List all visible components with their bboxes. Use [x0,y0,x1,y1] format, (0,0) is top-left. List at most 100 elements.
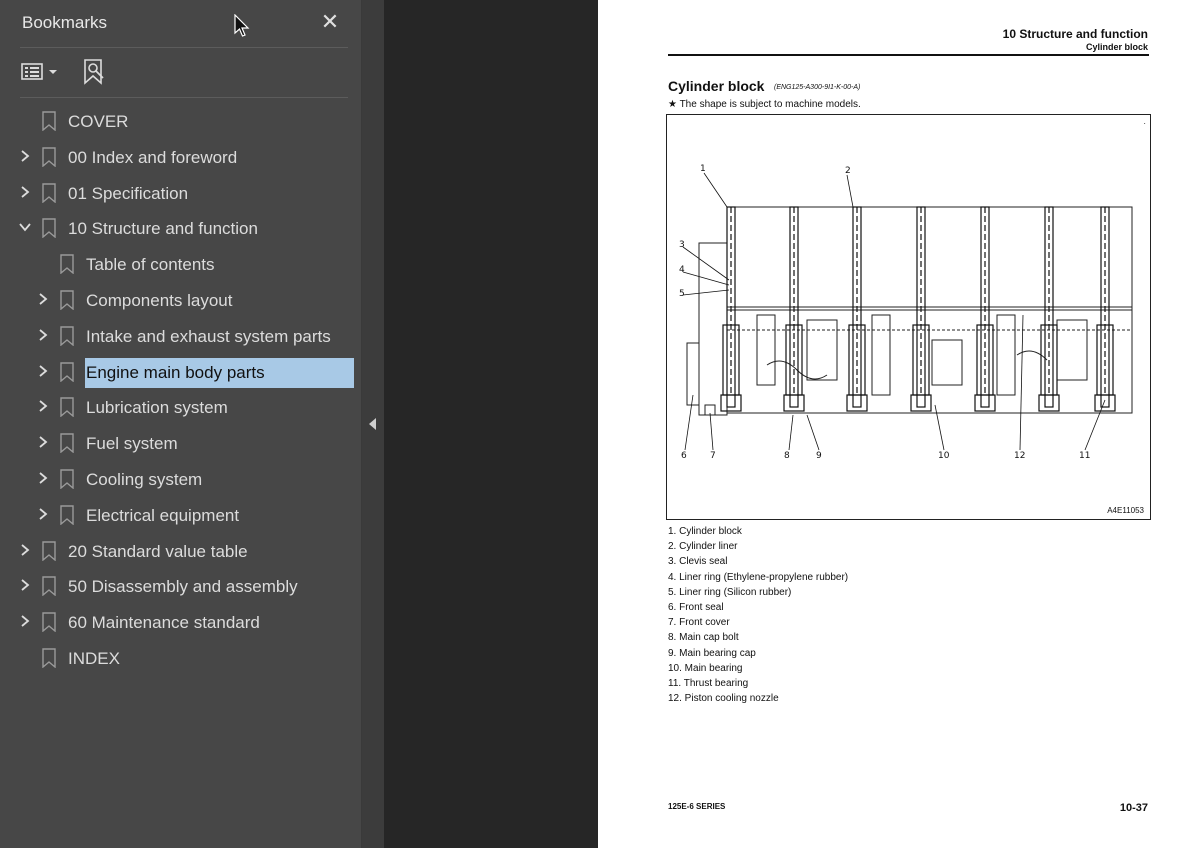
bookmark-item[interactable]: Cooling system [0,461,362,495]
document-code: (ENG125-A300-9I1-K-00-A) [774,84,861,91]
figure-callout: 4 [679,265,685,275]
chevron-right-icon[interactable] [36,399,50,413]
figure-code: A4E11053 [1107,506,1144,515]
bookmark-icon [41,576,57,597]
bookmark-item[interactable]: 01 Specification [0,175,362,209]
parts-list-item: 9. Main bearing cap [668,647,756,659]
parts-list-item: 11. Thrust bearing [668,677,749,689]
page-footer-series: 125E-6 SERIES [668,802,726,811]
chevron-right-icon[interactable] [18,614,32,628]
bookmark-icon [59,469,75,490]
bookmarks-panel: Bookmarks ✕ COVER 00 Index and foreword … [0,0,362,848]
figure-callout: 10 [938,451,950,461]
options-menu-button[interactable] [20,58,62,86]
bookmark-item[interactable]: 00 Index and foreword [0,139,362,173]
liner-shape [910,206,932,412]
bookmark-icon [41,111,57,132]
page-title: Cylinder block [668,78,765,94]
bookmark-label: Lubrication system [86,398,228,418]
bookmark-label: 01 Specification [68,183,189,203]
figure-callout: 5 [679,289,685,299]
bookmark-label: Components layout [86,291,233,310]
bookmark-label: Intake and exhaust system parts [86,326,331,346]
figure-callout: 1 [700,164,706,174]
bookmarks-header: Bookmarks ✕ [0,0,362,46]
chevron-right-icon[interactable] [36,364,50,378]
bookmark-label: 10 Structure and function [68,219,258,239]
chevron-right-icon[interactable] [36,471,50,485]
document-viewer[interactable]: 10 Structure and function Cylinder block… [384,0,1200,848]
parts-list: 1. Cylinder block 2. Cylinder liner 3. Cle… [668,526,848,708]
page-note: ★ The shape is subject to machine models… [668,99,861,110]
chevron-right-icon[interactable] [36,507,50,521]
parts-list-item: 5. Liner ring (Silicon rubber) [668,586,792,598]
document-page: 10 Structure and function Cylinder block… [598,0,1200,848]
panel-splitter[interactable] [362,0,384,848]
bookmark-item[interactable]: Table of contents [0,246,362,280]
bookmark-icon [59,326,75,347]
bookmark-search-icon [84,59,104,85]
page-header-subsection: Cylinder block [1085,42,1148,52]
chevron-right-icon[interactable] [36,292,50,306]
close-icon[interactable]: ✕ [318,10,342,34]
toolbar-divider [20,97,348,98]
bookmark-item[interactable]: Intake and exhaust system parts [0,318,362,352]
figure-callout: 7 [710,451,716,461]
bookmark-label: 50 Disassembly and assembly [68,577,298,597]
parts-list-item: 8. Main cap bolt [668,632,739,644]
bookmark-item[interactable]: Electrical equipment [0,497,362,531]
bookmark-icon [41,612,57,633]
bookmark-item[interactable]: 10 Structure and function [0,210,362,244]
bookmark-label: Cooling system [86,470,203,489]
bookmark-item[interactable]: Engine main body parts [0,354,362,388]
liner-shape [720,206,742,412]
bookmark-item[interactable]: Lubrication system [0,389,362,423]
parts-list-item: 2. Cylinder liner [668,541,738,553]
figure-mark: · [1143,119,1146,128]
parts-list-item: 10. Main bearing [668,662,743,674]
bookmark-icon [41,540,57,562]
liner-shape [1094,206,1116,412]
bookmark-item[interactable]: COVER [0,103,362,137]
header-rule [668,54,1149,56]
chevron-right-icon[interactable] [18,543,32,557]
bookmark-icon [41,147,57,168]
figure-callout: 9 [816,451,822,461]
bookmark-label: 00 Index and foreword [68,147,238,167]
bookmark-item[interactable]: 20 Standard value table [0,533,362,567]
parts-list-item: 7. Front cover [668,617,730,629]
new-bookmark-button[interactable] [80,58,108,86]
liner-shape [783,206,805,412]
bookmark-label: Engine main body parts [85,357,354,388]
collapse-panel-icon[interactable] [369,418,376,430]
bookmarks-toolbar [0,48,362,96]
bookmark-icon [41,182,57,204]
bookmark-icon [59,290,75,311]
figure-callout: 3 [679,240,685,250]
chevron-right-icon[interactable] [18,578,32,592]
cylinder-block-drawing: 1 23456 7 8 9 10 12 11 [679,164,1133,461]
chevron-right-icon[interactable] [18,149,32,163]
liner-shape [974,206,996,412]
liner-shape [1038,206,1060,412]
cylinder-block-figure: · 1 2 3 4 5 6 7 8 9 10 12 11 A4E11053 [666,114,1151,520]
bookmark-label: COVER [68,112,129,131]
bookmark-item[interactable]: INDEX [0,640,362,674]
chevron-right-icon[interactable] [36,328,50,342]
parts-list-item: 12. Piston cooling nozzle [668,693,779,705]
bookmark-label: 20 Standard value table [68,541,248,561]
bookmark-item[interactable]: 60 Maintenance standard [0,604,362,638]
figure-callout: 8 [784,451,790,461]
liner-shape [846,206,868,412]
page-number: 10-37 [1119,802,1148,814]
figure-callout: 6 [681,451,687,461]
chevron-down-icon[interactable] [18,220,32,234]
bookmark-item[interactable]: Components layout [0,282,362,316]
bookmark-item[interactable]: 50 Disassembly and assembly [0,568,362,602]
chevron-right-icon[interactable] [18,185,32,199]
chevron-right-icon[interactable] [36,435,50,449]
bookmark-item[interactable]: Fuel system [0,425,362,459]
parts-list-item: 1. Cylinder block [668,526,742,537]
bookmark-label: Electrical equipment [86,505,240,525]
bookmark-label: 60 Maintenance standard [68,613,260,633]
